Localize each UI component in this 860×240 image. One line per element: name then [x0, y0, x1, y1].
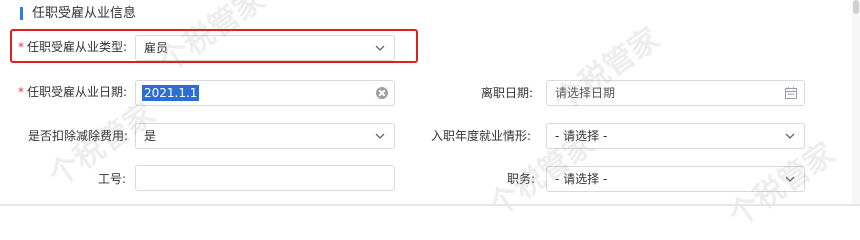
entry-situation-value: - 请选择 -	[555, 129, 608, 143]
bottom-divider	[0, 204, 860, 206]
deduct-fee-label: 是否扣除减除费用:	[28, 129, 129, 143]
employment-date-input[interactable]: 2021.1.1	[135, 80, 395, 106]
entry-situation-label: 入职年度就业情形:	[431, 129, 532, 143]
chevron-down-icon	[374, 130, 386, 142]
employee-no-label: 工号:	[98, 172, 127, 186]
leave-date-label: 离职日期:	[481, 86, 534, 100]
position-label: 职务:	[507, 172, 536, 186]
position-select[interactable]: - 请选择 -	[546, 166, 805, 192]
clear-icon[interactable]	[376, 87, 388, 99]
scrollbar-thumb[interactable]	[853, 0, 859, 14]
deduct-fee-value: 是	[144, 129, 157, 143]
employee-no-input[interactable]	[135, 165, 395, 191]
position-value: - 请选择 -	[555, 172, 608, 186]
employment-date-label: * 任职受雇从业日期:	[18, 85, 128, 99]
leave-date-placeholder: 请选择日期	[555, 86, 616, 100]
section-title: 任职受雇从业信息	[32, 6, 137, 21]
required-asterisk: *	[18, 85, 24, 99]
leave-date-picker[interactable]: 请选择日期	[546, 80, 805, 106]
employment-date-value: 2021.1.1	[142, 85, 200, 101]
entry-situation-select[interactable]: - 请选择 -	[546, 123, 805, 149]
deduct-fee-select[interactable]: 是	[135, 123, 395, 149]
chevron-down-icon	[784, 130, 796, 142]
calendar-icon	[784, 86, 798, 100]
scrollbar[interactable]	[852, 0, 860, 206]
section-accent-bar	[20, 7, 23, 20]
chevron-down-icon	[784, 173, 796, 185]
highlight-box	[10, 29, 418, 63]
